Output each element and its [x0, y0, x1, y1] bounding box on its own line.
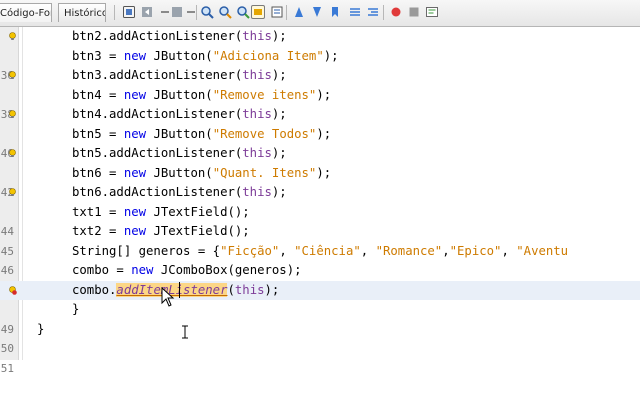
code-text: btn3 = new JButton("Adiciona Item"); — [72, 48, 339, 63]
find-next-icon[interactable] — [236, 5, 250, 19]
search-icon[interactable] — [200, 5, 214, 19]
error-bulb-icon[interactable] — [8, 285, 17, 295]
code-text: btn5 = new JButton("Remove Todos"); — [72, 126, 332, 141]
comment-icon[interactable] — [425, 5, 439, 19]
toolbar-separator — [196, 5, 197, 20]
tab-history[interactable]: Histórico — [58, 3, 106, 22]
code-text: btn4.addActionListener(this); — [72, 107, 287, 121]
bookmark-icon[interactable] — [328, 5, 342, 19]
shift-right-icon[interactable] — [366, 5, 380, 19]
code-editor[interactable]: btn2.addActionListener(this); 36 btn3 = … — [0, 27, 640, 375]
code-line[interactable]: 47 combo = new JComboBox(generos); — [0, 261, 640, 297]
code-text: btn5.addActionListener(this); — [72, 146, 287, 160]
toolbar-separator — [286, 5, 287, 20]
code-text: combo = new JComboBox(generos); — [72, 263, 302, 277]
code-text: btn3.addActionListener(this); — [72, 68, 287, 82]
code-text: String[] generos = {"Ficção", "Ciência",… — [72, 243, 569, 258]
code-line[interactable]: 44 txt1 = new JTextField(); — [0, 203, 640, 239]
code-line[interactable]: 38 btn4 = new JButton("Remove itens"); — [0, 86, 640, 122]
prev-bookmark-icon[interactable] — [292, 5, 306, 19]
toolbar-separator — [114, 5, 115, 20]
line-number: 51 — [0, 361, 14, 375]
code-text: btn2.addActionListener(this); — [72, 29, 287, 43]
code-line[interactable]: btn3.addActionListener(this); — [0, 66, 640, 86]
next-bookmark-icon[interactable] — [310, 5, 324, 19]
stop-macro-icon[interactable] — [407, 5, 421, 19]
record-macro-icon[interactable] — [389, 5, 403, 19]
warning-bulb-icon[interactable] — [8, 71, 17, 80]
current-code-line[interactable]: combo.addItemListener(this); — [0, 280, 640, 300]
text-caret — [179, 282, 180, 298]
code-text: } — [37, 321, 45, 336]
code-text: txt2 = new JTextField(); — [72, 224, 250, 238]
editor-toolbar: Código-Fonte Histórico — [0, 0, 640, 27]
code-text: combo.addItemListener(this); — [72, 282, 280, 297]
code-text: btn6.addActionListener(this); — [72, 185, 287, 199]
code-line[interactable]: 36 btn3 = new JButton("Adiciona Item"); — [0, 47, 640, 83]
code-line[interactable]: 51 — [0, 339, 640, 375]
code-line[interactable]: btn4.addActionListener(this); — [0, 105, 640, 125]
code-text: } — [72, 302, 80, 316]
dropdown-icon[interactable] — [170, 5, 184, 19]
code-line[interactable]: 50 } — [0, 320, 640, 356]
warning-bulb-icon[interactable] — [8, 149, 17, 158]
toggle-highlight-icon[interactable] — [251, 5, 265, 19]
warning-bulb-icon[interactable] — [8, 32, 17, 41]
code-text: btn6 = new JButton("Quant. Itens"); — [72, 165, 332, 180]
code-text: txt1 = new JTextField(); — [72, 204, 250, 219]
shift-left-icon[interactable] — [348, 5, 362, 19]
i-beam-cursor-icon — [182, 325, 188, 339]
code-line[interactable]: 49 } — [0, 300, 640, 336]
code-line[interactable]: 45 txt2 = new JTextField(); — [0, 222, 640, 258]
tab-source[interactable]: Código-Fonte — [0, 3, 52, 22]
code-text: btn4 = new JButton("Remove itens"); — [72, 87, 332, 102]
find-prev-icon[interactable] — [218, 5, 232, 19]
back-icon[interactable] — [140, 5, 154, 19]
mouse-pointer-icon — [161, 287, 175, 307]
toolbar-separator — [383, 5, 384, 20]
history-icon[interactable] — [122, 5, 136, 19]
code-line[interactable]: 46 String[] generos = {"Ficção", "Ciênci… — [0, 242, 640, 278]
code-line[interactable]: btn5.addActionListener(this); — [0, 144, 640, 164]
code-line[interactable]: 42 btn6 = new JButton("Quant. Itens"); — [0, 164, 640, 200]
warning-bulb-icon[interactable] — [8, 188, 17, 197]
code-line[interactable]: btn2.addActionListener(this); — [0, 27, 640, 47]
toggle-bookmark-icon[interactable] — [270, 5, 284, 19]
warning-bulb-icon[interactable] — [8, 110, 17, 119]
code-line[interactable]: 40 btn5 = new JButton("Remove Todos"); — [0, 125, 640, 161]
code-line[interactable]: btn6.addActionListener(this); — [0, 183, 640, 203]
